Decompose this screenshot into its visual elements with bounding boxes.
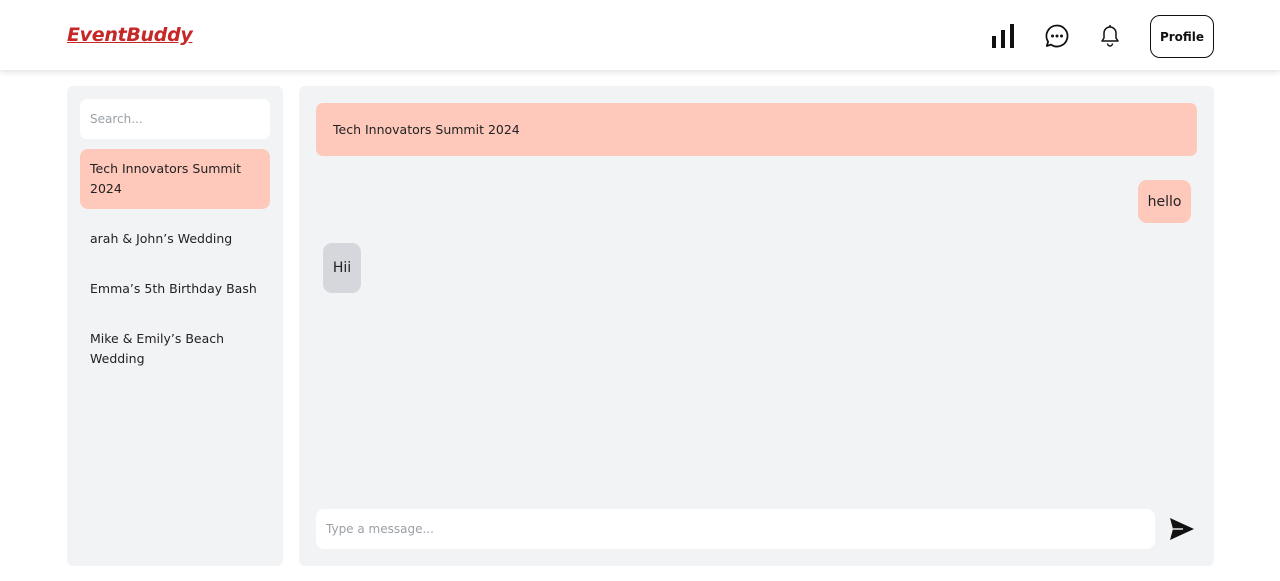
conversation-item-birthday[interactable]: Emma’s 5th Birthday Bash (80, 269, 270, 309)
conversation-item-tech-innovators[interactable]: Tech Innovators Summit 2024 (80, 149, 270, 209)
bell-icon[interactable] (1094, 20, 1126, 52)
search-input[interactable] (80, 99, 270, 139)
bar-chart-icon[interactable] (987, 20, 1019, 52)
conversation-item-wedding[interactable]: arah & John’s Wedding (80, 219, 270, 259)
profile-button[interactable]: Profile (1150, 15, 1214, 58)
conversation-item-beach-wedding[interactable]: Mike & Emily’s Beach Wedding (80, 319, 270, 379)
conversation-list: Tech Innovators Summit 2024 arah & John’… (80, 149, 270, 389)
chat-bubble-icon[interactable] (1041, 20, 1073, 52)
send-icon[interactable] (1167, 514, 1197, 544)
chat-title: Tech Innovators Summit 2024 (316, 103, 1197, 156)
chat-panel: Tech Innovators Summit 2024 hello Hii (299, 86, 1214, 566)
message-incoming: Hii (323, 243, 361, 293)
top-navbar: EventBuddy Profile (0, 0, 1280, 70)
conversation-sidebar: Tech Innovators Summit 2024 arah & John’… (67, 86, 283, 566)
message-outgoing: hello (1138, 180, 1191, 223)
message-input[interactable] (316, 509, 1155, 549)
app-logo[interactable]: EventBuddy (67, 24, 193, 46)
